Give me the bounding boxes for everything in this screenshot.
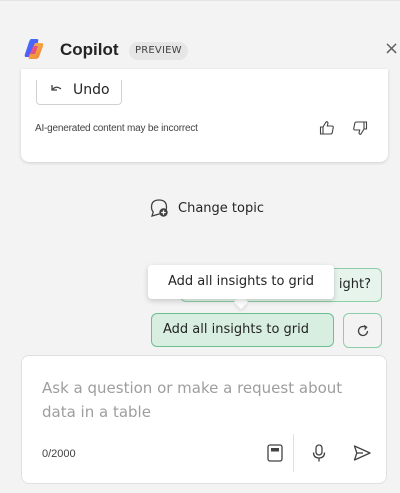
character-count: 0/2000 [42, 448, 76, 460]
thumbs-up-icon[interactable] [318, 119, 336, 137]
thumbs-down-icon[interactable] [351, 119, 369, 137]
send-icon[interactable] [351, 442, 373, 464]
refresh-suggestions-button[interactable] [343, 313, 382, 348]
close-button[interactable]: × [384, 37, 400, 61]
change-topic-label: Change topic [178, 200, 264, 216]
microphone-icon[interactable] [308, 442, 330, 464]
chat-input[interactable] [42, 376, 372, 426]
refresh-icon [357, 324, 369, 337]
undo-label: Undo [73, 82, 110, 98]
chat-composer: 0/2000 [21, 355, 387, 484]
copilot-header: Copilot PREVIEW × [0, 23, 400, 63]
response-card: Undo AI-generated content may be incorre… [21, 69, 388, 162]
composer-divider [293, 434, 294, 472]
preview-badge: PREVIEW [129, 42, 188, 60]
copilot-logo-icon [24, 39, 44, 59]
undo-button[interactable]: Undo [36, 80, 122, 105]
tooltip: Add all insights to grid [148, 265, 334, 299]
chat-add-icon [150, 199, 168, 217]
undo-icon [51, 85, 62, 91]
app-title: Copilot [60, 40, 119, 59]
ai-disclaimer: AI-generated content may be incorrect [35, 123, 198, 134]
add-insights-suggestion-chip[interactable]: Add all insights to grid [151, 313, 334, 347]
change-topic-button[interactable]: Change topic [148, 196, 264, 220]
prompt-guide-icon[interactable] [264, 442, 286, 464]
copilot-panel: Copilot PREVIEW × Undo AI-generated cont… [0, 0, 400, 493]
